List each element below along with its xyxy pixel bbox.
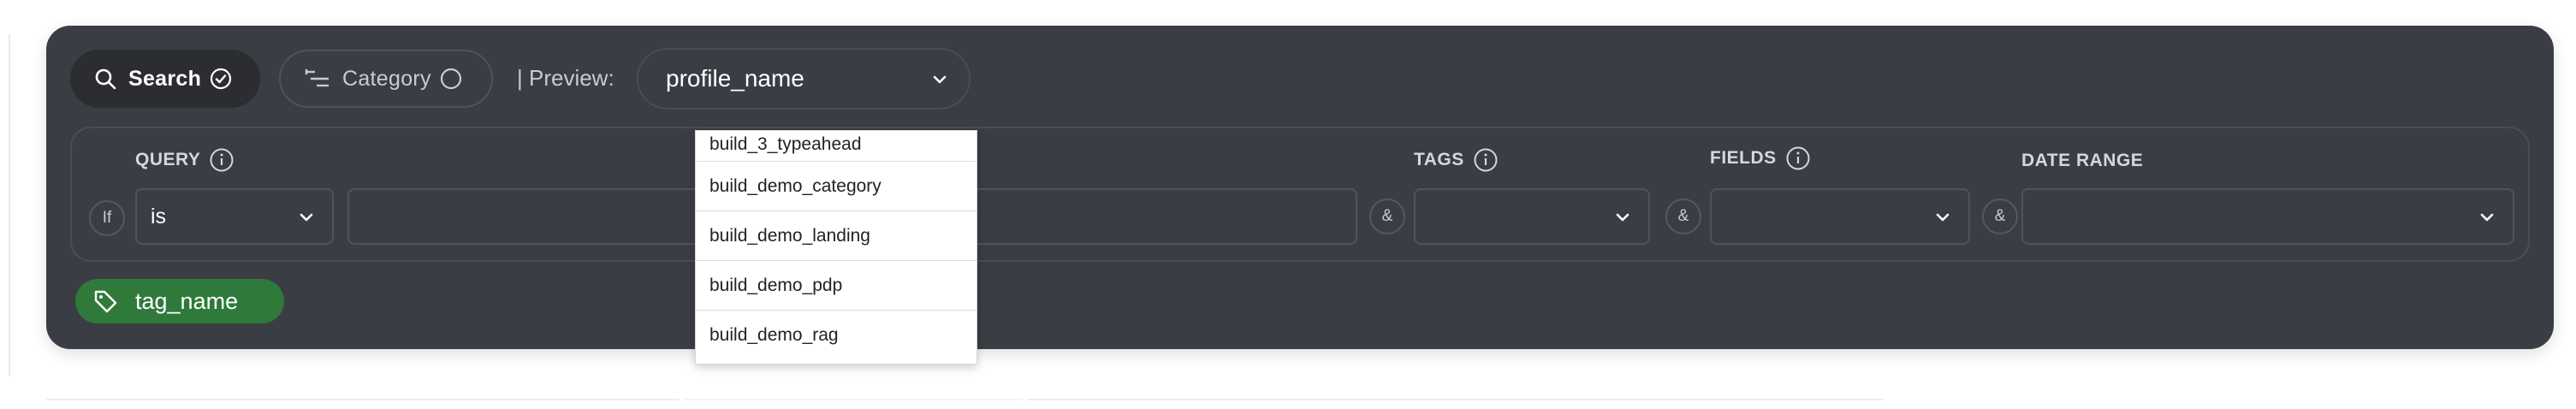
info-icon[interactable] xyxy=(1785,145,1811,171)
left-divider xyxy=(9,34,10,376)
bottom-divider xyxy=(46,399,680,400)
chevron-down-icon xyxy=(2477,207,2497,234)
info-icon[interactable] xyxy=(1473,147,1499,173)
and-connector: & xyxy=(1665,199,1701,234)
preview-profile-select[interactable]: profile_name xyxy=(637,48,970,110)
tag-chip-label: tag_name xyxy=(135,287,239,314)
tags-select[interactable] xyxy=(1414,188,1650,245)
preview-label: | Preview: xyxy=(517,65,614,91)
dropdown-option[interactable]: build_demo_rag xyxy=(696,311,976,360)
and-connector: & xyxy=(1369,199,1405,234)
query-operator-value: is xyxy=(151,204,167,228)
date-range-label-text: DATE RANGE xyxy=(2021,151,2144,170)
tags-label-text: TAGS xyxy=(1414,150,1464,169)
search-mode-button[interactable]: Search xyxy=(70,50,260,108)
chevron-down-icon xyxy=(1612,207,1633,234)
tag-icon xyxy=(92,288,118,314)
and-connector: & xyxy=(1982,199,2018,234)
fields-label-text: FIELDS xyxy=(1710,148,1777,168)
dropdown-option[interactable]: build_3_typeahead xyxy=(696,131,976,162)
fields-section-label: FIELDS xyxy=(1710,145,1811,171)
category-mode-label: Category xyxy=(342,66,431,91)
chevron-down-icon xyxy=(929,68,950,96)
chevron-down-icon xyxy=(296,207,317,234)
check-circle-icon xyxy=(210,68,232,90)
radio-empty-icon xyxy=(440,68,462,90)
query-builder: QUERY TAGS FIELDS DATE RANGE If is & & & xyxy=(70,127,2530,262)
tags-section-label: TAGS xyxy=(1414,147,1499,173)
if-prefix-badge: If xyxy=(89,200,125,236)
query-section-label: QUERY xyxy=(135,147,234,173)
preview-profile-value: profile_name xyxy=(666,65,804,92)
search-mode-label: Search xyxy=(128,66,202,91)
dropdown-option[interactable]: build_demo_landing xyxy=(696,211,976,261)
fields-select[interactable] xyxy=(1710,188,1970,245)
info-icon[interactable] xyxy=(209,147,234,173)
dropdown-option[interactable]: build_demo_pdp xyxy=(696,261,976,311)
category-mode-button[interactable]: Category xyxy=(279,50,493,108)
date-range-select[interactable] xyxy=(2021,188,2514,245)
preview-profile-dropdown: build_3_typeahead build_demo_category bu… xyxy=(695,130,977,365)
tag-chip[interactable]: tag_name xyxy=(75,279,284,323)
query-label-text: QUERY xyxy=(135,150,201,169)
search-icon xyxy=(94,68,116,90)
filter-lines-icon xyxy=(305,68,330,89)
query-operator-select[interactable]: is xyxy=(135,188,334,245)
dropdown-option[interactable]: build_demo_category xyxy=(696,162,976,211)
date-range-section-label: DATE RANGE xyxy=(2021,151,2143,171)
page: Search Category | Preview: profile_name xyxy=(0,0,2576,409)
bottom-divider xyxy=(1027,399,1883,400)
chevron-down-icon xyxy=(1932,207,1953,234)
filter-panel: Search Category | Preview: profile_name xyxy=(46,26,2554,365)
bottom-divider xyxy=(685,399,1023,400)
